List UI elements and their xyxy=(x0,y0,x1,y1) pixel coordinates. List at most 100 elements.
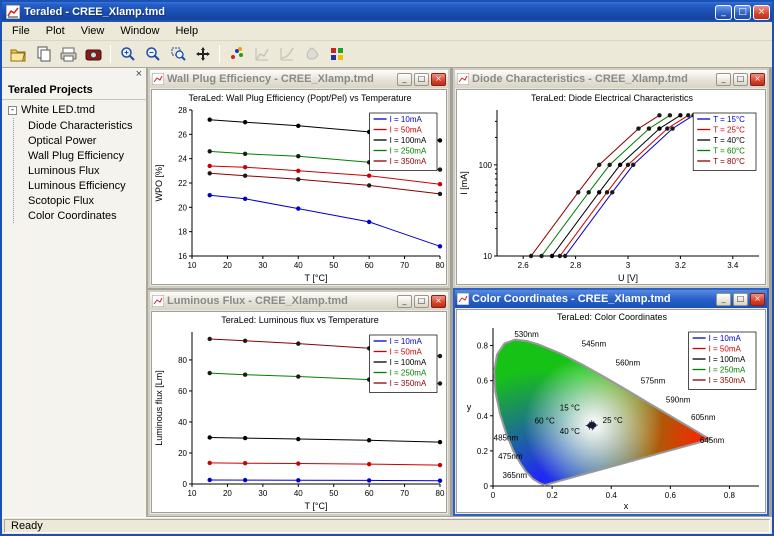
menu-file[interactable]: File xyxy=(4,23,38,39)
tree-item-diode-characteristics[interactable]: Diode Characteristics xyxy=(26,118,144,133)
svg-text:I = 250mA: I = 250mA xyxy=(709,366,746,375)
screenshot-button[interactable] xyxy=(82,43,105,65)
child-titlebar[interactable]: Wall Plug Efficiency - CREE_Xlamp.tmd _ … xyxy=(150,70,448,88)
svg-text:Luminous flux [Lm]: Luminous flux [Lm] xyxy=(154,370,164,446)
svg-text:x: x xyxy=(624,501,629,511)
cie-plot-button[interactable] xyxy=(300,43,323,65)
tree-item-color-coordinates[interactable]: Color Coordinates xyxy=(26,208,144,223)
svg-text:80: 80 xyxy=(178,356,187,365)
svg-text:T = 25°C: T = 25°C xyxy=(713,126,745,135)
svg-text:60: 60 xyxy=(365,261,374,270)
color-grid-button[interactable] xyxy=(325,43,348,65)
svg-text:365nm: 365nm xyxy=(503,471,528,480)
svg-text:3.4: 3.4 xyxy=(727,261,739,270)
child-maximize-button[interactable]: □ xyxy=(733,293,748,306)
svg-text:2.6: 2.6 xyxy=(518,261,530,270)
child-titlebar[interactable]: Luminous Flux - CREE_Xlamp.tmd _ □ × xyxy=(150,292,448,310)
svg-text:545nm: 545nm xyxy=(582,339,607,348)
tree-expand-icon[interactable]: - xyxy=(8,106,17,115)
menu-plot[interactable]: Plot xyxy=(38,23,73,39)
project-tree: - White LED.tmd Diode Characteristics Op… xyxy=(2,100,146,517)
tree-item-luminous-efficiency[interactable]: Luminous Efficiency xyxy=(26,178,144,193)
svg-text:I = 100mA: I = 100mA xyxy=(390,136,427,145)
child-close-button[interactable]: × xyxy=(750,73,765,86)
svg-text:605nm: 605nm xyxy=(691,413,716,422)
tree-root-white-led[interactable]: - White LED.tmd xyxy=(8,104,144,116)
svg-text:U [V]: U [V] xyxy=(618,273,638,283)
line-plot-button[interactable] xyxy=(250,43,273,65)
statusbar: Ready xyxy=(2,517,772,534)
child-close-button[interactable]: × xyxy=(431,295,446,308)
child-close-button[interactable]: × xyxy=(431,73,446,86)
child-window-title: Diode Characteristics - CREE_Xlamp.tmd xyxy=(472,73,714,85)
menu-window[interactable]: Window xyxy=(112,23,167,39)
svg-text:I = 50mA: I = 50mA xyxy=(709,345,742,354)
svg-text:0: 0 xyxy=(491,491,496,500)
svg-text:80: 80 xyxy=(436,489,445,498)
child-maximize-button[interactable]: □ xyxy=(414,295,429,308)
svg-text:0: 0 xyxy=(484,482,489,491)
projects-panel: × Teraled Projects - White LED.tmd Diode… xyxy=(2,68,148,517)
open-folder-icon xyxy=(10,47,27,62)
svg-text:I = 100mA: I = 100mA xyxy=(709,355,746,364)
svg-text:645nm: 645nm xyxy=(700,436,725,445)
menu-view[interactable]: View xyxy=(73,23,113,39)
tree-item-scotopic-flux[interactable]: Scotopic Flux xyxy=(26,193,144,208)
svg-text:20: 20 xyxy=(223,261,232,270)
svg-text:590nm: 590nm xyxy=(666,396,691,405)
open-button[interactable] xyxy=(7,43,30,65)
tree-item-optical-power[interactable]: Optical Power xyxy=(26,133,144,148)
child-maximize-button[interactable]: □ xyxy=(733,73,748,86)
svg-text:60 °C: 60 °C xyxy=(535,417,555,426)
titlebar[interactable]: Teraled - CREE_Xlamp.tmd _ □ × xyxy=(2,2,772,22)
toolbar-separator xyxy=(219,45,220,63)
svg-text:I = 250mA: I = 250mA xyxy=(390,369,427,378)
chart-window-icon xyxy=(457,293,469,305)
child-minimize-button[interactable]: _ xyxy=(397,295,412,308)
copy-button[interactable] xyxy=(32,43,55,65)
child-close-button[interactable]: × xyxy=(750,293,765,306)
svg-text:475nm: 475nm xyxy=(498,452,523,461)
child-minimize-button[interactable]: _ xyxy=(716,73,731,86)
line-plot-icon xyxy=(254,46,270,62)
svg-text:0.2: 0.2 xyxy=(477,447,489,456)
svg-text:0: 0 xyxy=(183,480,188,489)
close-button[interactable]: × xyxy=(753,5,770,20)
cie-plot-icon xyxy=(304,46,320,62)
tree-item-wall-plug-efficiency[interactable]: Wall Plug Efficiency xyxy=(26,148,144,163)
chart-area: TeraLed: Wall Plug Efficiency (Popt/Pel)… xyxy=(151,89,447,285)
svg-text:T = 60°C: T = 60°C xyxy=(713,147,745,156)
svg-text:40 °C: 40 °C xyxy=(560,427,580,436)
zoom-out-button[interactable] xyxy=(141,43,164,65)
panel-close-button[interactable]: × xyxy=(136,68,142,81)
child-titlebar[interactable]: Color Coordinates - CREE_Xlamp.tmd _ □ × xyxy=(455,290,767,308)
svg-text:28: 28 xyxy=(178,106,187,115)
child-minimize-button[interactable]: _ xyxy=(716,293,731,306)
child-maximize-button[interactable]: □ xyxy=(414,73,429,86)
window-color-coordinates: Color Coordinates - CREE_Xlamp.tmd _ □ ×… xyxy=(453,288,769,516)
svg-text:I = 50mA: I = 50mA xyxy=(390,348,423,357)
menu-help[interactable]: Help xyxy=(167,23,206,39)
tree-item-luminous-flux[interactable]: Luminous Flux xyxy=(26,163,144,178)
svg-text:575nm: 575nm xyxy=(641,376,666,385)
child-minimize-button[interactable]: _ xyxy=(397,73,412,86)
svg-text:25 °C: 25 °C xyxy=(603,416,623,425)
zoom-region-button[interactable] xyxy=(166,43,189,65)
svg-text:3.2: 3.2 xyxy=(675,261,687,270)
minimize-button[interactable]: _ xyxy=(715,5,732,20)
svg-text:I = 10mA: I = 10mA xyxy=(709,334,742,343)
pan-button[interactable] xyxy=(191,43,214,65)
diode-characteristics-chart: TeraLed: Diode Electrical Characteristic… xyxy=(457,90,766,284)
zoom-in-icon xyxy=(120,46,136,62)
svg-text:I = 10mA: I = 10mA xyxy=(390,337,423,346)
svg-text:T [°C]: T [°C] xyxy=(305,501,328,511)
child-titlebar[interactable]: Diode Characteristics - CREE_Xlamp.tmd _… xyxy=(455,70,767,88)
scatter-plot-button[interactable] xyxy=(225,43,248,65)
maximize-button[interactable]: □ xyxy=(734,5,751,20)
line-plot-secondary-button[interactable] xyxy=(275,43,298,65)
zoom-in-button[interactable] xyxy=(116,43,139,65)
window-luminous-flux: Luminous Flux - CREE_Xlamp.tmd _ □ × Ter… xyxy=(148,290,450,516)
svg-text:I = 50mA: I = 50mA xyxy=(390,126,423,135)
child-window-title: Color Coordinates - CREE_Xlamp.tmd xyxy=(472,293,714,305)
print-button[interactable] xyxy=(57,43,80,65)
